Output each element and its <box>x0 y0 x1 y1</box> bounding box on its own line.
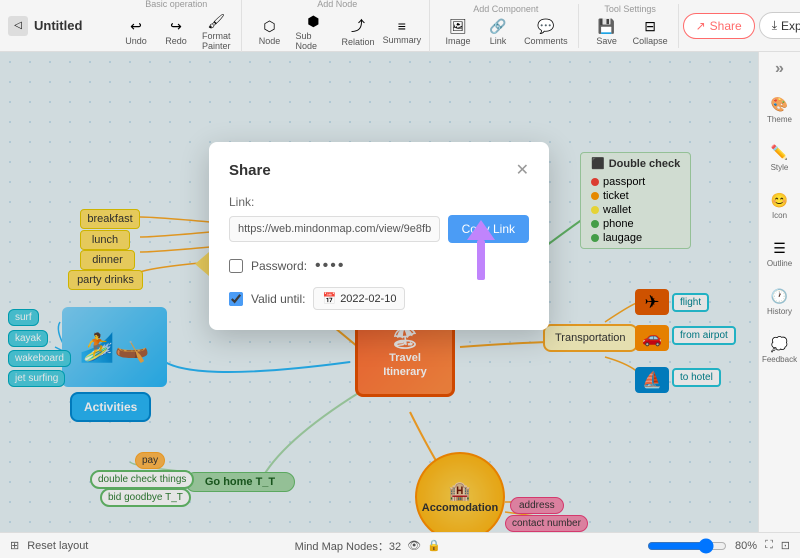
main-area: breakfast lunch dinner party drinks 🏄🛶 A… <box>0 52 800 532</box>
tool-settings-group: Tool Settings 💾Save ⊟Collapse <box>583 4 679 48</box>
summary-button[interactable]: ≡Summary <box>381 16 423 47</box>
share-dialog: Share ✕ Link: Copy Link Password: •••• V… <box>209 142 549 330</box>
valid-until-row: Valid until: 📅 2022-02-10 <box>229 287 529 310</box>
icon-panel-button[interactable]: 😊 Icon <box>761 186 799 226</box>
share-label: Share <box>710 19 742 33</box>
calendar-icon: 📅 <box>322 292 336 305</box>
copy-arrow <box>467 220 495 280</box>
link-input[interactable] <box>229 216 440 242</box>
collapse-panel-button[interactable]: » <box>775 60 784 78</box>
status-layout-icon: ⊞ <box>10 539 19 552</box>
relation-button[interactable]: ⤴Relation <box>339 14 376 49</box>
history-panel-button[interactable]: 🕐 History <box>761 282 799 322</box>
date-value: 2022-02-10 <box>340 293 396 305</box>
feedback-icon: 💭 <box>771 336 788 353</box>
node-button[interactable]: ⬡Node <box>252 16 288 48</box>
zoom-slider[interactable] <box>647 538 727 554</box>
basic-op-label: Basic operation <box>145 0 207 9</box>
image-button[interactable]: 🖼Image <box>440 16 476 48</box>
dialog-header: Share ✕ <box>229 162 529 179</box>
fullscreen-icon[interactable]: ⛶ <box>765 539 773 552</box>
export-icon: ⤓ <box>772 18 777 33</box>
lock-icon: 🔒 <box>427 539 441 552</box>
arrow-head <box>467 220 495 240</box>
icon-panel-icon: 😊 <box>771 192 788 209</box>
comments-button[interactable]: 💬Comments <box>520 16 572 48</box>
password-dots: •••• <box>315 257 345 275</box>
link-button[interactable]: 🔗Link <box>480 16 516 48</box>
style-icon: ✏️ <box>771 144 788 161</box>
export-label: Export <box>781 19 800 33</box>
dialog-close-button[interactable]: ✕ <box>516 163 529 179</box>
format-painter-button[interactable]: 🖌Format Painter <box>198 11 235 53</box>
password-label: Password: <box>251 259 307 273</box>
feedback-panel-button[interactable]: 💭 Feedback <box>761 330 799 370</box>
undo-button[interactable]: ↩Undo <box>118 16 154 48</box>
add-node-group: Add Node ⬡Node ⬢Sub Node ⤴Relation ≡Summ… <box>246 0 431 53</box>
history-icon: 🕐 <box>771 288 788 305</box>
arrow-shaft <box>477 240 485 280</box>
redo-button[interactable]: ↪Redo <box>158 16 194 48</box>
valid-until-checkbox[interactable] <box>229 292 243 306</box>
theme-icon: 🎨 <box>771 96 788 113</box>
tool-settings-label: Tool Settings <box>604 4 656 14</box>
add-component-label: Add Component <box>473 4 538 14</box>
mind-map-nodes-label: Mind Map Nodes：32 <box>295 538 401 554</box>
tool-settings-items: 💾Save ⊟Collapse <box>589 16 672 48</box>
app-title: Untitled <box>34 18 82 33</box>
canvas[interactable]: breakfast lunch dinner party drinks 🏄🛶 A… <box>0 52 758 532</box>
statusbar: ⊞ Reset layout Mind Map Nodes：32 👁 🔒 80%… <box>0 532 800 558</box>
add-node-label: Add Node <box>317 0 357 9</box>
save-button[interactable]: 💾Save <box>589 16 625 48</box>
theme-panel-button[interactable]: 🎨 Theme <box>761 90 799 130</box>
status-left: ⊞ Reset layout <box>10 539 88 552</box>
link-label: Link: <box>229 195 529 209</box>
back-button[interactable]: ◁ <box>8 16 28 36</box>
toolbar: ◁ Untitled Basic operation ↩Undo ↪Redo 🖌… <box>0 0 800 52</box>
share-button[interactable]: ↗ Share <box>683 13 755 39</box>
add-component-items: 🖼Image 🔗Link 💬Comments <box>440 16 572 48</box>
sub-node-button[interactable]: ⬢Sub Node <box>292 11 336 53</box>
outline-icon: ☰ <box>773 240 786 257</box>
outline-panel-button[interactable]: ☰ Outline <box>761 234 799 274</box>
add-component-group: Add Component 🖼Image 🔗Link 💬Comments <box>434 4 579 48</box>
password-checkbox[interactable] <box>229 259 243 273</box>
logo-area: ◁ Untitled <box>8 16 108 36</box>
style-panel-button[interactable]: ✏️ Style <box>761 138 799 178</box>
status-right: 80% ⛶ ⊡ <box>647 538 790 554</box>
dialog-overlay: Share ✕ Link: Copy Link Password: •••• V… <box>0 52 758 532</box>
fit-icon[interactable]: ⊡ <box>781 539 790 552</box>
basic-op-items: ↩Undo ↪Redo 🖌Format Painter <box>118 11 235 53</box>
export-button[interactable]: ⤓ Export <box>759 12 800 39</box>
basic-operation-group: Basic operation ↩Undo ↪Redo 🖌Format Pain… <box>112 0 242 53</box>
valid-until-label: Valid until: <box>251 292 305 306</box>
share-icon: ↗ <box>696 19 706 33</box>
add-node-items: ⬡Node ⬢Sub Node ⤴Relation ≡Summary <box>252 11 424 53</box>
date-input[interactable]: 📅 2022-02-10 <box>313 287 405 310</box>
eye-icon: 👁 <box>407 539 421 552</box>
reset-layout-button[interactable]: Reset layout <box>27 540 88 552</box>
status-center: Mind Map Nodes：32 👁 🔒 <box>295 538 441 554</box>
collapse-button[interactable]: ⊟Collapse <box>629 16 672 48</box>
right-panel: » 🎨 Theme ✏️ Style 😊 Icon ☰ Outline 🕐 Hi… <box>758 52 800 532</box>
dialog-title: Share <box>229 162 271 179</box>
zoom-level: 80% <box>735 540 757 552</box>
